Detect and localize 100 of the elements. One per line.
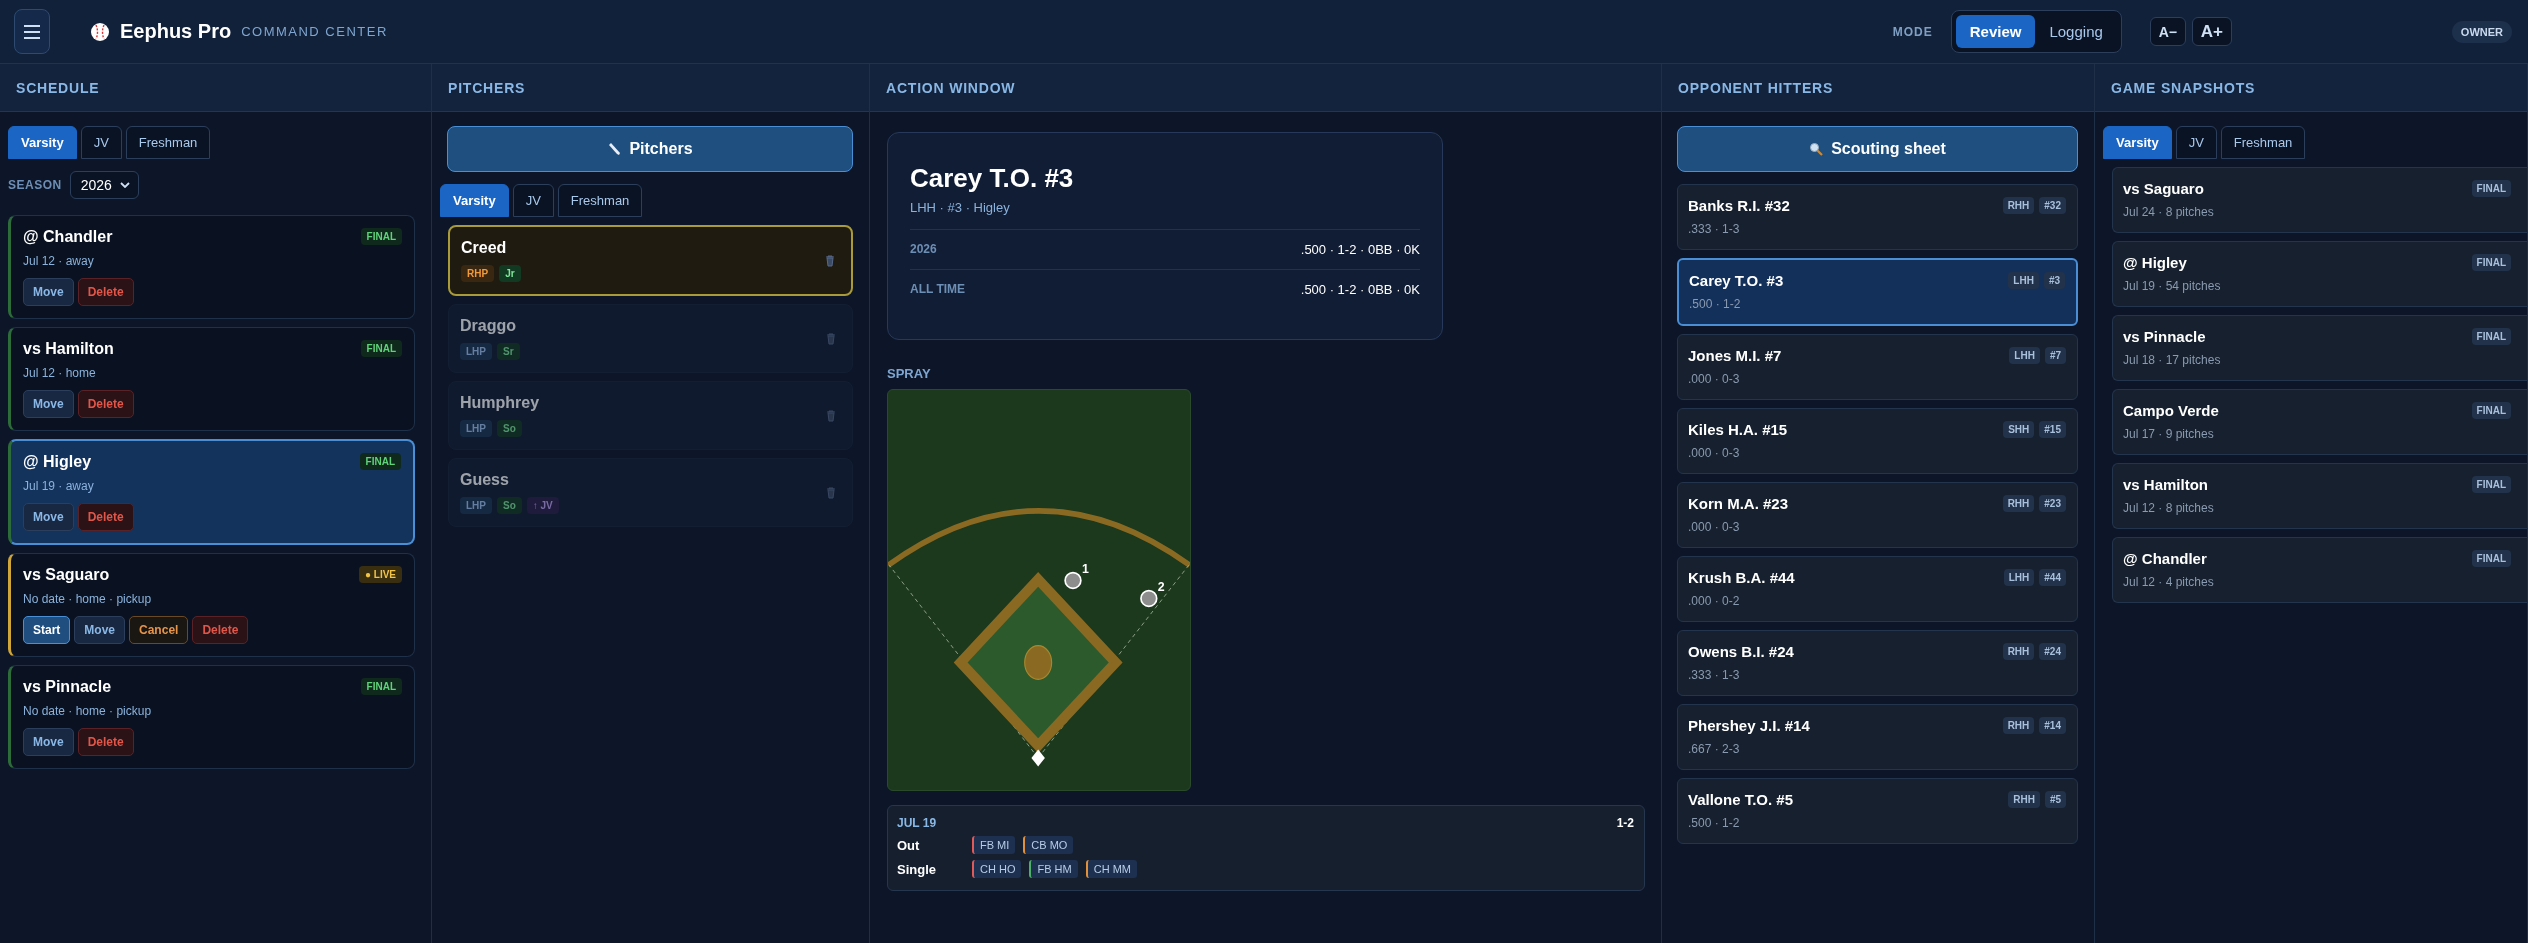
hand-tag: RHH bbox=[2008, 791, 2040, 808]
menu-button[interactable] bbox=[14, 9, 50, 54]
hitter-card[interactable]: Banks R.I. #32 RHH #32 .333 · 1-3 bbox=[1677, 184, 2078, 250]
delete-button[interactable]: Delete bbox=[77, 278, 134, 306]
snapshot-card[interactable]: Campo Verde FINAL Jul 17 · 9 pitches bbox=[2112, 389, 2527, 455]
stat-label: ALL TIME bbox=[910, 282, 966, 297]
hitter-card[interactable]: Carey T.O. #3 LHH #3 .500 · 1-2 bbox=[1677, 258, 2078, 326]
snapshot-card[interactable]: vs Hamilton FINAL Jul 12 · 8 pitches bbox=[2112, 463, 2527, 529]
delete-button[interactable]: Delete bbox=[77, 503, 134, 531]
home-plate bbox=[1031, 749, 1045, 767]
snapshot-card[interactable]: vs Saguaro FINAL Jul 24 · 8 pitches bbox=[2112, 167, 2527, 233]
move-button[interactable]: Move bbox=[23, 278, 74, 306]
mode-option[interactable]: Logging bbox=[2035, 15, 2117, 48]
move-button[interactable]: Move bbox=[23, 728, 74, 756]
delete-button[interactable]: Delete bbox=[77, 728, 134, 756]
status-badge: FINAL bbox=[2471, 180, 2511, 197]
hitter-name: Phershey J.I. #14 bbox=[1688, 717, 1810, 734]
snapshot-meta: Jul 18 · 17 pitches bbox=[2123, 353, 2222, 367]
delete-button[interactable]: Delete bbox=[192, 616, 249, 644]
pitch-chip: CH MM bbox=[1085, 860, 1137, 878]
pitcher-card[interactable]: Guess LHP So ↑ JV bbox=[448, 458, 853, 527]
season-select[interactable]: 2026 bbox=[69, 171, 139, 199]
pitcher-tag: LHP bbox=[460, 497, 492, 514]
hitter-stats: .000 · 0-3 bbox=[1688, 520, 1741, 534]
section-header: PITCHERS bbox=[432, 64, 869, 112]
hitter-stats: .000 · 0-3 bbox=[1688, 372, 1741, 386]
status-badge: FINAL bbox=[2471, 254, 2511, 271]
game-card[interactable]: vs Hamilton FINAL Jul 12 · home Move Delete bbox=[8, 327, 415, 431]
delete-button[interactable]: Delete bbox=[77, 390, 134, 418]
team-tab[interactable]: JV bbox=[80, 126, 122, 159]
stat-value: .500 · 1-2 · 0BB · 0K bbox=[1300, 242, 1420, 257]
hitter-stats: .333 · 1-3 bbox=[1688, 668, 1741, 682]
game-card[interactable]: @ Higley FINAL Jul 19 · away Move Delete bbox=[8, 439, 415, 545]
section-header: ACTION WINDOW bbox=[870, 64, 1661, 112]
snapshot-card[interactable]: @ Higley FINAL Jul 19 · 54 pitches bbox=[2112, 241, 2527, 307]
game-card[interactable]: vs Saguaro ● LIVE No date · home · pickup Start Move Cancel Delete bbox=[8, 553, 415, 657]
move-button[interactable]: Move bbox=[23, 390, 74, 418]
baseball-icon bbox=[90, 21, 110, 42]
snapshot-meta: Jul 19 · 54 pitches bbox=[2123, 279, 2222, 293]
status-badge: FINAL bbox=[2471, 328, 2511, 345]
pitch-chip: CH HO bbox=[972, 860, 1022, 878]
team-tab[interactable]: JV bbox=[2175, 126, 2217, 159]
game-card[interactable]: @ Chandler FINAL Jul 12 · away Move Delete bbox=[8, 215, 415, 319]
team-tab[interactable]: Varsity bbox=[8, 126, 77, 159]
snapshot-card[interactable]: vs Pinnacle FINAL Jul 18 · 17 pitches bbox=[2112, 315, 2527, 381]
chevron-down-icon bbox=[119, 182, 130, 188]
hand-tag: RHH bbox=[2002, 643, 2035, 660]
snapshot-title: Campo Verde bbox=[2123, 402, 2219, 419]
game-meta: Jul 19 · away bbox=[23, 479, 95, 493]
game-title: vs Saguaro bbox=[23, 566, 110, 584]
move-button[interactable]: Move bbox=[23, 503, 74, 531]
player-name: Carey T.O. #3 bbox=[910, 163, 1075, 194]
hitter-name: Krush B.A. #44 bbox=[1688, 569, 1795, 586]
hand-tag: RHH bbox=[2002, 717, 2035, 734]
snapshot-card[interactable]: @ Chandler FINAL Jul 12 · 4 pitches bbox=[2112, 537, 2527, 603]
start-button[interactable]: Start bbox=[23, 616, 71, 644]
pitcher-tag: ↑ JV bbox=[526, 497, 559, 514]
status-badge: FINAL bbox=[2471, 476, 2511, 493]
team-tab[interactable]: Varsity bbox=[440, 184, 509, 217]
log-score: 1-2 bbox=[1616, 816, 1634, 830]
hand-tag: LHH bbox=[2008, 272, 2039, 289]
log-date: JUL 19 bbox=[897, 816, 937, 830]
hitter-card[interactable]: Krush B.A. #44 LHH #44 .000 · 0-2 bbox=[1677, 556, 2078, 622]
cancel-button[interactable]: Cancel bbox=[129, 616, 189, 644]
hitter-card[interactable]: Kiles H.A. #15 SHH #15 .000 · 0-3 bbox=[1677, 408, 2078, 474]
pitcher-card[interactable]: Draggo LHP Sr bbox=[448, 304, 853, 373]
hitter-name: Banks R.I. #32 bbox=[1688, 197, 1790, 214]
hitter-card[interactable]: Phershey J.I. #14 RHH #14 .667 · 2-3 bbox=[1677, 704, 2078, 770]
pitcher-tag: So bbox=[497, 497, 522, 514]
app-subtitle: COMMAND CENTER bbox=[241, 24, 388, 39]
pitcher-card[interactable]: Humphrey LHP So bbox=[448, 381, 853, 450]
hit-number: 2 bbox=[1157, 580, 1165, 595]
pitchers-button[interactable]: Pitchers bbox=[447, 126, 853, 172]
move-button[interactable]: Move bbox=[74, 616, 126, 644]
team-tab[interactable]: Varsity bbox=[2103, 126, 2172, 159]
hitter-card[interactable]: Korn M.A. #23 RHH #23 .000 · 0-3 bbox=[1677, 482, 2078, 548]
hitter-card[interactable]: Owens B.I. #24 RHH #24 .333 · 1-3 bbox=[1677, 630, 2078, 696]
hitter-stats: .333 · 1-3 bbox=[1688, 222, 1741, 236]
snapshot-meta: Jul 12 · 8 pitches bbox=[2123, 501, 2215, 515]
team-tab[interactable]: Freshman bbox=[2220, 126, 2306, 159]
hitter-card[interactable]: Vallone T.O. #5 RHH #5 .500 · 1-2 bbox=[1677, 778, 2078, 844]
hitter-card[interactable]: Jones M.I. #7 LHH #7 .000 · 0-3 bbox=[1677, 334, 2078, 400]
number-tag: #15 bbox=[2039, 421, 2066, 438]
pitcher-tag: So bbox=[497, 420, 522, 437]
font-size-button[interactable]: A− bbox=[2149, 17, 2186, 46]
team-tab[interactable]: JV bbox=[512, 184, 554, 217]
snapshot-meta: Jul 12 · 4 pitches bbox=[2123, 575, 2215, 589]
game-card[interactable]: vs Pinnacle FINAL No date · home · pickup Move Delete bbox=[8, 665, 415, 769]
status-badge: FINAL bbox=[2471, 402, 2511, 419]
game-meta: Jul 12 · away bbox=[23, 254, 95, 268]
game-meta: No date · home · pickup bbox=[23, 592, 153, 606]
font-size-button[interactable]: A+ bbox=[2191, 17, 2232, 46]
search-icon bbox=[1809, 142, 1824, 156]
team-tab[interactable]: Freshman bbox=[125, 126, 211, 159]
team-tab[interactable]: Freshman bbox=[557, 184, 643, 217]
pitcher-card[interactable]: Creed RHP Jr bbox=[448, 225, 853, 296]
scouting-sheet-button[interactable]: Scouting sheet bbox=[1677, 126, 2078, 172]
mode-option[interactable]: Review bbox=[1955, 15, 2036, 48]
game-title: vs Hamilton bbox=[23, 340, 114, 358]
hitter-name: Carey T.O. #3 bbox=[1689, 272, 1784, 289]
